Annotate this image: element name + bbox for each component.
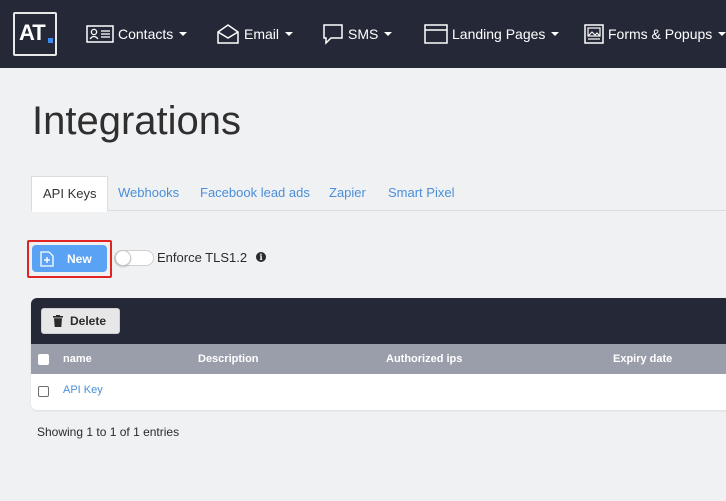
enforce-tls-toggle[interactable]	[114, 250, 154, 266]
window-icon	[424, 24, 448, 44]
column-header-authorized-ips[interactable]: Authorized ips	[386, 344, 462, 374]
nav-landing-pages[interactable]: Landing Pages	[424, 22, 560, 46]
chevron-down-icon	[179, 32, 188, 36]
logo[interactable]: AT	[13, 12, 57, 56]
nav-sms[interactable]: SMS	[322, 22, 393, 46]
delete-button-label: Delete	[70, 314, 107, 328]
chevron-down-icon	[718, 32, 726, 36]
new-button-label: New	[67, 251, 92, 266]
column-header-expiry-date[interactable]: Expiry date	[613, 344, 672, 374]
nav-email[interactable]: Email	[216, 22, 294, 46]
toggle-knob	[115, 250, 131, 266]
tab-zapier[interactable]: Zapier	[329, 176, 366, 211]
api-key-link[interactable]: API Key	[63, 384, 103, 396]
info-icon[interactable]: i	[256, 252, 266, 262]
chevron-down-icon	[285, 32, 294, 36]
nav-sms-label: SMS	[348, 26, 379, 42]
image-form-icon	[584, 24, 604, 44]
column-header-description[interactable]: Description	[198, 344, 259, 374]
nav-contacts-label: Contacts	[118, 26, 174, 42]
contacts-icon	[86, 25, 114, 43]
enforce-tls-label: Enforce TLS1.2	[157, 250, 248, 265]
table-row: API Key	[31, 374, 726, 408]
table-toolbar: Delete	[31, 298, 726, 344]
chevron-down-icon	[384, 32, 393, 36]
tab-bar: API Keys Webhooks Facebook lead ads Zapi…	[31, 176, 726, 212]
envelope-icon	[217, 24, 239, 44]
delete-button[interactable]: Delete	[41, 308, 120, 334]
nav-forms-popups[interactable]: Forms & Popups	[584, 22, 726, 46]
tab-webhooks[interactable]: Webhooks	[118, 176, 179, 211]
top-navigation: AT Contacts Email SMS Landing Pages Form…	[0, 0, 726, 68]
select-all-checkbox[interactable]	[38, 354, 49, 365]
table-header: name Description Authorized ips Expiry d…	[31, 344, 726, 374]
chat-bubble-icon	[323, 24, 343, 45]
nav-contacts[interactable]: Contacts	[86, 22, 188, 46]
row-checkbox[interactable]	[38, 386, 49, 397]
logo-text: AT	[19, 20, 46, 45]
new-document-icon	[40, 250, 54, 267]
new-button[interactable]: New	[32, 245, 107, 272]
column-header-name[interactable]: name	[63, 344, 92, 374]
nav-email-label: Email	[244, 26, 280, 42]
tab-facebook-lead-ads[interactable]: Facebook lead ads	[200, 176, 310, 211]
logo-dot	[48, 38, 53, 43]
nav-forms-popups-label: Forms & Popups	[608, 26, 713, 42]
tab-smart-pixel[interactable]: Smart Pixel	[388, 176, 454, 211]
nav-landing-pages-label: Landing Pages	[452, 26, 546, 42]
chevron-down-icon	[551, 32, 560, 36]
tab-api-keys[interactable]: API Keys	[31, 176, 109, 212]
page-title: Integrations	[32, 99, 242, 143]
api-keys-table: Delete name Description Authorized ips E…	[31, 298, 726, 410]
entries-info: Showing 1 to 1 of 1 entries	[37, 425, 180, 439]
trash-icon	[53, 315, 63, 327]
